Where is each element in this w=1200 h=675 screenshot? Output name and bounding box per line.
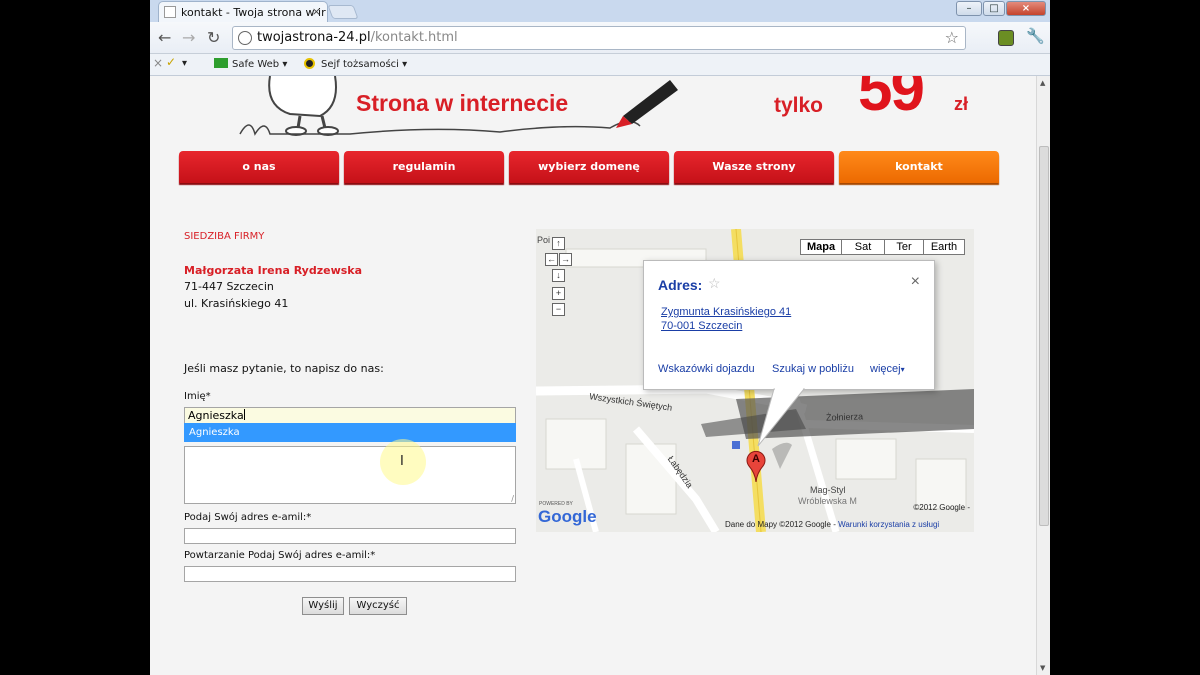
map-data-credit: Dane do Mapy ©2012 Google - (725, 520, 836, 529)
bookmarks-bar: × ✓ ▾ Safe Web ▾ Sejf tożsamości ▾ (150, 54, 1050, 76)
maximize-button[interactable]: □ (983, 1, 1005, 16)
extension-icon[interactable] (998, 30, 1014, 46)
resize-handle-icon[interactable]: ∕ (511, 494, 514, 503)
favicon-icon (164, 6, 176, 18)
pan-down-icon[interactable]: ↓ (552, 269, 565, 282)
scroll-up-icon[interactable]: ▲ (1040, 79, 1045, 87)
street-label: Żołnierza (825, 411, 864, 423)
zoom-out-button[interactable]: − (552, 303, 565, 316)
text-caret (243, 409, 245, 420)
star-icon[interactable]: ☆ (708, 275, 721, 292)
page-info-icon[interactable] (238, 31, 252, 45)
browser-tab[interactable]: kontakt - Twoja strona w ir × (158, 1, 328, 22)
send-button[interactable]: Wyślij (302, 597, 344, 615)
info-window-tail (757, 388, 806, 447)
nav-item-o-nas[interactable]: o nas (179, 151, 339, 183)
search-nearby-link[interactable]: Szukaj w pobliżu (772, 363, 854, 375)
info-address-link[interactable]: Zygmunta Krasińskiego 41 (661, 306, 791, 318)
nav-item-kontakt[interactable]: kontakt (839, 151, 999, 183)
more-link[interactable]: więcej▾ (870, 363, 905, 375)
pan-right-icon[interactable]: → (559, 253, 572, 266)
message-textarea[interactable]: ∕ (184, 446, 516, 504)
map-type-sat[interactable]: Sat (841, 239, 885, 255)
banner-currency: zł (954, 94, 969, 114)
dropdown-icon[interactable]: ▾ (182, 58, 187, 69)
info-address-link[interactable]: 70-001 Szczecin (661, 320, 742, 332)
text-cursor-icon: I (400, 454, 404, 469)
nav-item-regulamin[interactable]: regulamin (344, 151, 504, 183)
form-intro: Jeśli masz pytanie, to napisz do nas: (184, 362, 384, 375)
email-repeat-field[interactable] (184, 566, 516, 582)
url-host: twojastrona-24.pl (257, 30, 371, 45)
reload-icon[interactable]: ↻ (207, 28, 220, 47)
bookmark-label: Sejf tożsamości (321, 59, 399, 70)
close-bar-icon[interactable]: × (153, 56, 163, 70)
google-logo[interactable]: Google (538, 507, 597, 527)
new-tab-button[interactable] (327, 5, 359, 19)
map-type-earth[interactable]: Earth (923, 239, 965, 255)
bookmark-label: Safe Web (232, 59, 280, 70)
pan-left-icon[interactable]: ← (545, 253, 558, 266)
name-field[interactable]: Agnieszka (184, 407, 516, 424)
wrench-icon[interactable]: 🔧 (1026, 27, 1045, 45)
tab-title: kontakt - Twoja strona w ir (181, 6, 326, 19)
url-path: /kontakt.html (370, 30, 458, 45)
vertical-scrollbar[interactable]: ▲ ▼ (1036, 76, 1050, 675)
place-label: Mag-Styl (810, 485, 846, 495)
chevron-down-icon: ▾ (900, 365, 905, 374)
bookmark-star-icon[interactable]: ☆ (945, 28, 959, 47)
forward-arrow-icon[interactable]: → (182, 28, 195, 47)
nav-item-wybierz-domene[interactable]: wybierz domenę (509, 151, 669, 183)
company-street: ul. Krasińskiego 41 (184, 297, 289, 310)
chevron-down-icon: ▾ (282, 59, 288, 70)
directions-link[interactable]: Wskazówki dojazdu (658, 363, 755, 375)
browser-toolbar: ← → ↻ twojastrona-24.pl/kontakt.html ☆ 🔧 (150, 22, 1050, 54)
chevron-down-icon: ▾ (402, 59, 408, 70)
close-window-button[interactable]: × (1006, 1, 1046, 16)
company-postal: 71-447 Szczecin (184, 280, 274, 293)
address-bar[interactable]: twojastrona-24.pl/kontakt.html ☆ (232, 26, 966, 50)
banner-price: 59 (858, 76, 925, 124)
browser-window: kontakt - Twoja strona w ir × – □ × ← → … (150, 0, 1050, 675)
banner-title: Strona w internecie (356, 90, 569, 116)
scrollbar-thumb[interactable] (1039, 146, 1049, 526)
page-viewport: Strona w internecie tylko 59 zł o nas re… (150, 76, 1036, 675)
tab-strip: kontakt - Twoja strona w ir × – □ × (150, 0, 1050, 22)
bookmark-identity-safe[interactable]: Sejf tożsamości ▾ (304, 58, 407, 70)
scroll-down-icon[interactable]: ▼ (1040, 664, 1045, 672)
close-icon[interactable]: × (911, 273, 920, 291)
name-field-value: Agnieszka (188, 409, 244, 422)
zoom-in-button[interactable]: + (552, 287, 565, 300)
map-copyright: ©2012 Google - (913, 503, 970, 512)
pan-up-icon[interactable]: ↑ (552, 237, 565, 250)
check-icon[interactable]: ✓ (166, 55, 176, 69)
bookmark-safe-web[interactable]: Safe Web ▾ (214, 58, 287, 70)
nav-item-wasze-strony[interactable]: Wasze strony (674, 151, 834, 183)
marker-label: A (752, 453, 760, 465)
minimize-button[interactable]: – (956, 1, 982, 16)
company-heading: SIEDZIBA FIRMY (184, 231, 265, 242)
map-type-ter[interactable]: Ter (884, 239, 924, 255)
map-info-window: Adres: ☆ × Zygmunta Krasińskiego 41 70-0… (643, 260, 935, 390)
email-label: Podaj Swój adres e-amil:* (184, 512, 312, 523)
banner-price-label: tylko (774, 94, 824, 117)
email-repeat-label: Powtarzanie Podaj Swój adres e-amil:* (184, 550, 376, 561)
autocomplete-option[interactable]: Agnieszka (184, 423, 516, 442)
identity-icon (304, 58, 315, 69)
place-label: Wróblewska M (798, 496, 857, 506)
safeweb-icon (214, 58, 228, 68)
clear-button[interactable]: Wyczyść (349, 597, 407, 615)
info-title: Adres: (658, 277, 703, 293)
terms-link[interactable]: Warunki korzystania z usługi (838, 520, 939, 529)
google-map[interactable]: ↑ ← → ↓ + − Poi Mapa Sat Ter Earth Wszys… (536, 229, 974, 532)
email-field[interactable] (184, 528, 516, 544)
more-link-label: więcej (870, 363, 901, 375)
map-label: Poi (537, 235, 551, 245)
map-data-footer: Dane do Mapy ©2012 Google - Warunki korz… (725, 520, 939, 529)
map-type-mapa[interactable]: Mapa (800, 239, 842, 255)
name-label: Imię* (184, 391, 211, 402)
tab-close-icon[interactable]: × (312, 5, 321, 18)
company-name: Małgorzata Irena Rydzewska (184, 264, 363, 277)
back-arrow-icon[interactable]: ← (158, 28, 171, 47)
